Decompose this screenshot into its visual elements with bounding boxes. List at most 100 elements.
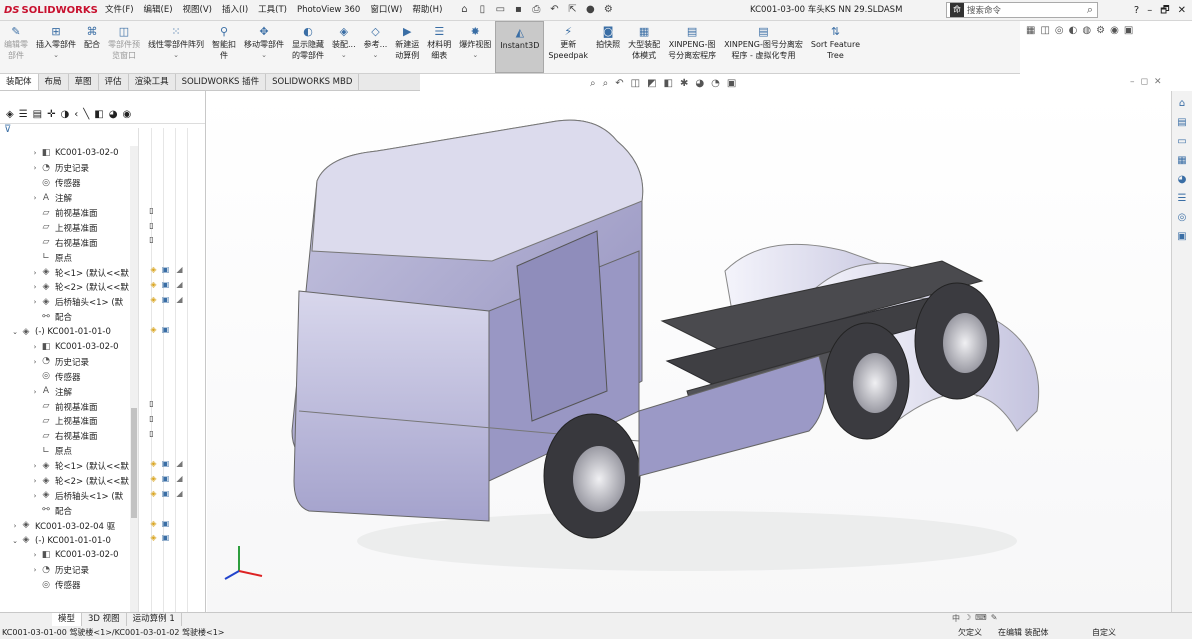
search-icon[interactable]: ⌕ (1087, 3, 1093, 17)
chevron-down-icon[interactable]: ⌄ (261, 50, 267, 61)
expand-arrow-icon[interactable]: ⌄ (10, 328, 20, 336)
dimxpert-icon[interactable]: ✛ (47, 109, 55, 120)
camera-view-icon[interactable]: ◎ (1055, 25, 1064, 36)
chevron-down-icon[interactable]: ⌄ (53, 50, 59, 61)
forum-icon[interactable]: ◎ (1175, 211, 1190, 224)
design-library-icon[interactable]: ▤ (1175, 116, 1190, 129)
expand-arrow-icon[interactable]: ⌄ (10, 537, 20, 545)
tree-item[interactable]: › ◔ 历史记录 (0, 354, 130, 369)
tree-item[interactable]: › ◧ KC001-03-02-0 (0, 146, 130, 161)
section-icon[interactable]: ▣ (1124, 25, 1133, 36)
line-icon[interactable]: ╲ (83, 109, 89, 120)
expand-arrow-icon[interactable]: › (30, 492, 40, 500)
restore-button[interactable]: 🗗 (1160, 0, 1169, 21)
expand-arrow-icon[interactable]: › (30, 164, 40, 172)
ribbon-button[interactable]: ▤ XINPENG-图 号分离宏程序 (664, 21, 720, 73)
tree-item[interactable]: › ◈ 后桥轴头<1> (默 (0, 488, 130, 503)
zoom-fit-icon[interactable]: ⌕ (590, 78, 596, 89)
component-state-icon[interactable]: ▣ (161, 265, 170, 274)
menu-item[interactable]: 插入(I) (217, 0, 253, 21)
menu-item[interactable]: PhotoView 360 (292, 0, 365, 21)
component-state-icon[interactable]: ▣ (161, 474, 170, 483)
tab-3[interactable]: 评估 (99, 74, 129, 90)
tab-4[interactable]: 渲染工具 (129, 74, 176, 90)
tree-item[interactable]: ⚯ 配合 (0, 310, 130, 325)
expand-arrow-icon[interactable]: › (30, 358, 40, 366)
tree-item[interactable]: › ◈ 后桥轴头<1> (默 (0, 295, 130, 310)
eye-icon[interactable]: ◉ (122, 109, 131, 120)
component-state-icon[interactable]: ◢ (175, 474, 184, 483)
render-icon[interactable]: ◍ (1082, 25, 1091, 36)
moon-icon[interactable]: ☽ (964, 613, 971, 624)
chat-icon[interactable]: ▣ (1175, 230, 1190, 243)
tree-item[interactable]: › ◈ 轮<2> (默认<<默 (0, 280, 130, 295)
ribbon-button[interactable]: ✎ 编辑零 部件 (0, 21, 32, 73)
custom-properties-icon[interactable]: ☰ (1175, 192, 1190, 205)
tree-item[interactable]: ⌄ ◈ (-) KC001-01-01-0 (0, 325, 130, 340)
ime-icon[interactable]: 中 (952, 613, 960, 624)
tree-item[interactable]: ▱ 上视基准面 (0, 220, 130, 235)
scene-view-icon[interactable]: ◔ (711, 78, 720, 89)
tree-item[interactable]: ▱ 右视基准面 (0, 429, 130, 444)
zoom-area-icon[interactable]: ⌕ (603, 78, 609, 89)
print-icon[interactable]: ⎙ (529, 3, 543, 17)
previous-view-icon[interactable]: ↶ (615, 78, 623, 89)
expand-arrow-icon[interactable]: › (30, 343, 40, 351)
property-icon[interactable]: ☰ (19, 109, 28, 120)
undo-icon[interactable]: ↶ (547, 3, 561, 17)
save-icon[interactable]: ▪ (511, 3, 525, 17)
component-state-icon[interactable]: ▣ (161, 533, 170, 542)
tab-2[interactable]: 草图 (69, 74, 99, 90)
expand-arrow-icon[interactable]: › (30, 194, 40, 202)
component-state-icon[interactable]: ▣ (161, 325, 170, 334)
config-icon[interactable]: ▤ (33, 109, 42, 120)
tree-item[interactable]: › ◈ KC001-03-02-04 驱 (0, 518, 130, 533)
component-state-icon[interactable]: ▣ (161, 295, 170, 304)
home-icon[interactable]: ⌂ (457, 3, 471, 17)
open-icon[interactable]: ▭ (493, 3, 507, 17)
component-state-icon[interactable]: ◢ (175, 489, 184, 498)
palette-icon[interactable]: ◕ (109, 109, 118, 120)
ribbon-button[interactable]: ⚲ 智能扣件 (208, 21, 240, 73)
plane-visibility-icon[interactable]: ▯ (147, 399, 156, 408)
plane-visibility-icon[interactable]: ▯ (147, 429, 156, 438)
component-state-icon[interactable]: ▣ (161, 280, 170, 289)
expand-arrow-icon[interactable]: › (30, 551, 40, 559)
close-button[interactable]: ✕ (1178, 0, 1186, 21)
component-state-icon[interactable]: ◈ (149, 489, 158, 498)
expand-arrow-icon[interactable]: › (30, 149, 40, 157)
component-state-icon[interactable]: ◢ (175, 295, 184, 304)
tree-item[interactable]: ◎ 传感器 (0, 369, 130, 384)
viewport-minimize-icon[interactable]: – (1130, 77, 1135, 87)
component-state-icon[interactable]: ◢ (175, 265, 184, 274)
tab-5[interactable]: SOLIDWORKS 插件 (176, 74, 267, 90)
tree-item[interactable]: ◎ 传感器 (0, 578, 130, 593)
bottom-tab-2[interactable]: 运动算例 1 (127, 613, 182, 626)
status-units[interactable]: 自定义 (1092, 626, 1116, 639)
edit-appearance-icon[interactable]: ◕ (695, 78, 704, 89)
component-state-icon[interactable]: ◢ (175, 459, 184, 468)
tab-0[interactable]: 装配体 (0, 74, 39, 90)
menu-item[interactable]: 视图(V) (178, 0, 217, 21)
tree-item[interactable]: ∟ 原点 (0, 444, 130, 459)
scrollbar-thumb[interactable] (131, 408, 137, 518)
graphics-area[interactable] (207, 91, 1171, 612)
keyboard-icon[interactable]: ⌨ (975, 613, 987, 624)
component-state-icon[interactable]: ◈ (149, 459, 158, 468)
chevron-down-icon[interactable]: ⌄ (341, 50, 347, 61)
expand-arrow-icon[interactable]: › (30, 269, 40, 277)
ribbon-button[interactable]: ▦ 大型装配 体模式 (624, 21, 664, 73)
ribbon-button[interactable]: ✸ 爆炸视图 ⌄ (455, 21, 495, 73)
tab-1[interactable]: 布局 (39, 74, 69, 90)
tree-item[interactable]: ∟ 原点 (0, 250, 130, 265)
tree-item[interactable]: ◎ 传感器 (0, 176, 130, 191)
tab-6[interactable]: SOLIDWORKS MBD (266, 74, 360, 90)
ribbon-button[interactable]: ◈ 装配... ⌄ (328, 21, 360, 73)
plane-visibility-icon[interactable]: ▯ (147, 206, 156, 215)
tree-item[interactable]: › ◔ 历史记录 (0, 563, 130, 578)
ribbon-button[interactable]: ▶ 新建运 动算例 (391, 21, 423, 73)
tree-item[interactable]: › ◈ 轮<1> (默认<<默 (0, 265, 130, 280)
component-state-icon[interactable]: ◈ (149, 280, 158, 289)
component-state-icon[interactable]: ◢ (175, 280, 184, 289)
appearances-icon[interactable]: ◕ (1175, 173, 1190, 186)
